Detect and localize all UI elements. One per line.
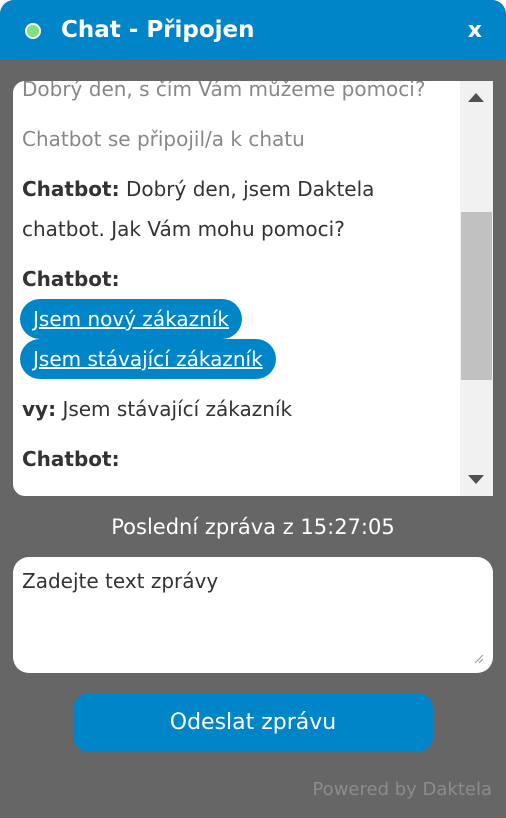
chat-header: Chat - Připojen x xyxy=(0,0,506,60)
chat-message: vy: Jsem stávající zákazník xyxy=(22,389,452,429)
chat-title: Chat - Připojen xyxy=(61,17,255,43)
quick-reply-button[interactable]: Jsem nový zákazník xyxy=(20,299,242,339)
message-sender: Chatbot: xyxy=(22,177,120,201)
chat-message: Chatbot: Dobrý den, jsem Daktela chatbot… xyxy=(22,169,452,249)
chat-widget: Chat - Připojen x Dobrý den, s čím Vám m… xyxy=(0,0,506,818)
scrollbar-thumb[interactable] xyxy=(461,212,492,380)
message-input[interactable] xyxy=(13,557,493,673)
message-sender: Chatbot: xyxy=(22,267,120,291)
last-message-time: Poslední zpráva z 15:27:05 xyxy=(111,515,395,539)
chat-message: Chatbot: xyxy=(22,439,452,479)
scroll-up-arrow-icon[interactable] xyxy=(468,93,484,102)
system-message: Chatbot se připojil/a k chatu xyxy=(22,127,305,151)
chat-message: Chatbot: xyxy=(22,259,452,299)
message-text: Jsem stávající zákazník xyxy=(62,397,293,421)
online-status-icon xyxy=(25,23,41,39)
quick-reply-options: Jsem nový zákazník Jsem stávající zákazn… xyxy=(20,299,452,379)
send-button[interactable]: Odeslat zprávu xyxy=(73,693,433,752)
scroll-down-arrow-icon[interactable] xyxy=(468,475,484,484)
message-scrollbar[interactable] xyxy=(460,81,493,496)
message-sender: vy: xyxy=(22,397,57,421)
resize-handle-icon[interactable] xyxy=(474,654,484,664)
message-sender: Chatbot: xyxy=(22,447,120,471)
quick-reply-button[interactable]: Jsem stávající zákazník xyxy=(20,339,276,379)
powered-by-link[interactable]: Powered by Daktela xyxy=(312,776,492,804)
system-message: Dobrý den, s čím Vám můžeme pomoci? xyxy=(22,81,426,101)
message-list: Dobrý den, s čím Vám můžeme pomoci? Chat… xyxy=(13,81,493,496)
close-button[interactable]: x xyxy=(468,16,482,46)
